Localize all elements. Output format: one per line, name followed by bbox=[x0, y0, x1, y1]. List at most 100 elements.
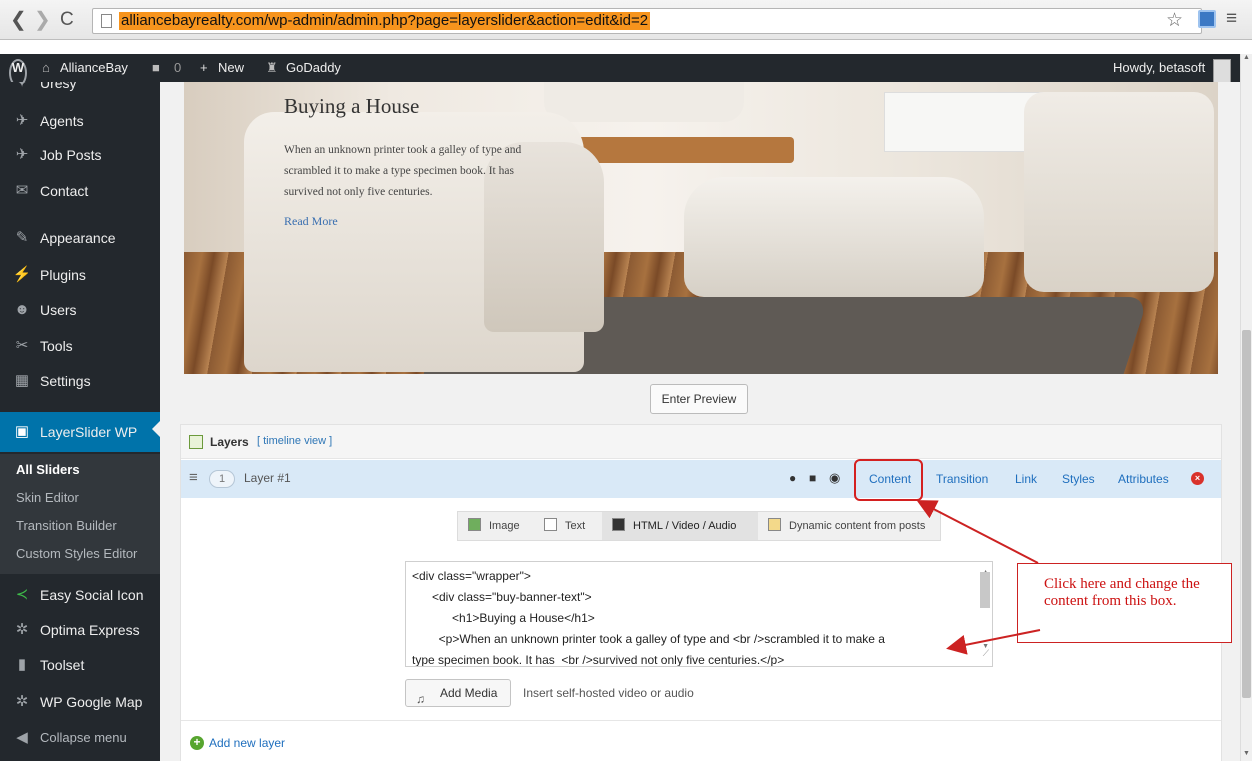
type-tab-html[interactable]: HTML / Video / Audio bbox=[602, 512, 758, 540]
sidebar-item-label: Contact bbox=[40, 183, 89, 199]
lock-icon[interactable]: ■ bbox=[809, 471, 816, 485]
sidebar-item-easy-social-icon[interactable]: ≺ Easy Social Icon bbox=[0, 578, 160, 612]
sidebar-item-label: Appearance bbox=[40, 230, 116, 246]
code-line: type specimen book. It has <br />survive… bbox=[412, 653, 785, 667]
sidebar-item-layerslider[interactable]: ▣ LayerSlider WP bbox=[0, 412, 160, 452]
sidebar-item-label: Users bbox=[40, 302, 77, 318]
main-content: Buying a House When an unknown printer t… bbox=[160, 82, 1240, 761]
scroll-down-arrow-icon[interactable]: ▼ bbox=[1243, 750, 1250, 757]
comment-count[interactable]: 0 bbox=[174, 54, 181, 82]
extension-icon[interactable] bbox=[1198, 10, 1216, 28]
forward-button[interactable]: ❯ bbox=[34, 9, 51, 31]
layers-icon bbox=[189, 435, 203, 449]
bookmark-star-icon[interactable]: ☆ bbox=[1166, 9, 1183, 32]
layers-title: Layers bbox=[210, 435, 249, 449]
sidebar-item-contact[interactable]: ✉ Contact bbox=[0, 174, 160, 208]
remove-layer-icon[interactable]: × bbox=[1191, 472, 1204, 485]
sidebar-item-uresy[interactable]: ✦ Uresy bbox=[0, 82, 160, 100]
annotation-text: Click here and change the content from t… bbox=[1044, 576, 1200, 609]
add-layer-row: + Add new layer bbox=[181, 720, 1221, 761]
enter-preview-button[interactable]: Enter Preview bbox=[650, 384, 748, 414]
eye-icon[interactable]: ◉ bbox=[829, 470, 840, 486]
wp-admin-bar: W ⌂ AllianceBay ■ 0 + New ♜ GoDaddy Howd… bbox=[0, 54, 1240, 87]
bulb-icon[interactable]: ● bbox=[789, 471, 796, 485]
sidebar-item-optima-express[interactable]: ✲ Optima Express bbox=[0, 613, 160, 647]
url-text[interactable]: alliancebayrealty.com/wp-admin/admin.php… bbox=[119, 12, 651, 30]
type-tab-label: Image bbox=[489, 520, 520, 532]
code-line: <h1>Buying a House</h1> bbox=[412, 611, 595, 625]
type-tab-dynamic[interactable]: Dynamic content from posts bbox=[768, 512, 925, 540]
sidebar-item-job-posts[interactable]: ✈ Job Posts bbox=[0, 138, 160, 172]
textarea-scrollbar[interactable] bbox=[980, 572, 990, 608]
html-content-textarea[interactable]: <div class="wrapper"> <div class="buy-ba… bbox=[405, 561, 993, 667]
sidebar-item-wp-google-map[interactable]: ✲ WP Google Map bbox=[0, 685, 160, 719]
tag-icon: ✦ bbox=[15, 82, 29, 91]
type-tab-label: Text bbox=[565, 520, 586, 532]
read-more-link[interactable]: Read More bbox=[284, 214, 338, 229]
sidebar-item-label: Uresy bbox=[40, 82, 77, 91]
sidebar-collapse-menu[interactable]: ◀ Collapse menu bbox=[0, 721, 160, 755]
wrench-icon: ✂ bbox=[15, 337, 29, 354]
image-icon bbox=[468, 518, 481, 531]
sidebar-item-label: Tools bbox=[40, 338, 73, 354]
type-tab-label: HTML / Video / Audio bbox=[633, 520, 737, 532]
type-tab-label: Dynamic content from posts bbox=[789, 520, 926, 532]
code-line: <div class="buy-banner-text"> bbox=[412, 590, 592, 604]
comment-icon[interactable]: ■ bbox=[152, 54, 160, 82]
resize-grip-icon[interactable]: ⟋ bbox=[983, 643, 989, 664]
submenu-transition-builder[interactable]: Transition Builder bbox=[16, 512, 117, 540]
sidebar-item-label: Toolset bbox=[40, 657, 85, 673]
page-scroll-thumb[interactable] bbox=[1242, 330, 1251, 698]
settings-icon: ▦ bbox=[14, 372, 30, 389]
submenu-all-sliders[interactable]: All Sliders bbox=[16, 456, 80, 484]
address-bar[interactable]: alliancebayrealty.com/wp-admin/admin.php… bbox=[92, 8, 1202, 34]
godaddy-icon[interactable]: ♜ bbox=[266, 54, 278, 82]
sidebar-item-settings[interactable]: ▦ Settings bbox=[0, 364, 160, 398]
layer-row[interactable]: ≡ 1 Layer #1 ● ■ ◉ Content Transition Li… bbox=[181, 460, 1221, 498]
layer-name[interactable]: Layer #1 bbox=[244, 471, 291, 485]
add-media-button[interactable]: ♫ Add Media bbox=[405, 679, 511, 707]
godaddy-link[interactable]: GoDaddy bbox=[286, 54, 341, 82]
type-tab-text[interactable]: Text bbox=[544, 512, 585, 540]
reload-button[interactable]: C bbox=[60, 9, 74, 31]
text-icon bbox=[544, 518, 557, 531]
slide-text: When an unknown printer took a galley of… bbox=[284, 140, 564, 203]
timeline-view-link[interactable]: [ timeline view ] bbox=[257, 435, 332, 447]
submenu-custom-styles-editor[interactable]: Custom Styles Editor bbox=[16, 540, 137, 568]
type-tab-image[interactable]: Image bbox=[468, 512, 520, 540]
submenu-skin-editor[interactable]: Skin Editor bbox=[16, 484, 79, 512]
tab-styles[interactable]: Styles bbox=[1062, 472, 1095, 486]
user-greeting[interactable]: Howdy, betasoft bbox=[1113, 54, 1205, 82]
code-line: <div class="wrapper"> bbox=[412, 569, 531, 583]
slide-preview: Buying a House When an unknown printer t… bbox=[184, 82, 1218, 374]
sidebar-item-appearance[interactable]: ✎ Appearance bbox=[0, 221, 160, 255]
sidebar-item-label: Collapse menu bbox=[40, 730, 127, 745]
film-icon bbox=[612, 518, 625, 531]
layers-header: Layers [ timeline view ] bbox=[181, 425, 1221, 459]
new-content-link[interactable]: New bbox=[218, 54, 244, 82]
browser-toolbar: ❮ ❯ C alliancebayrealty.com/wp-admin/adm… bbox=[0, 0, 1252, 40]
browser-menu-icon[interactable]: ≡ bbox=[1226, 8, 1237, 30]
pin-icon: ✈ bbox=[15, 112, 29, 129]
site-name-link[interactable]: AllianceBay bbox=[60, 54, 128, 82]
page-scrollbar[interactable]: ▲ ▼ bbox=[1240, 54, 1252, 761]
plus-icon[interactable]: + bbox=[200, 54, 208, 82]
layerslider-icon: ▣ bbox=[14, 423, 30, 440]
tab-transition[interactable]: Transition bbox=[936, 472, 988, 486]
add-new-layer-link[interactable]: Add new layer bbox=[209, 736, 285, 750]
share-icon: ≺ bbox=[15, 586, 29, 603]
tab-attributes[interactable]: Attributes bbox=[1118, 472, 1169, 486]
sidebar-item-toolset[interactable]: ▮ Toolset bbox=[0, 648, 160, 682]
back-button[interactable]: ❮ bbox=[10, 9, 27, 31]
add-media-label: Add Media bbox=[440, 686, 498, 700]
sidebar-item-plugins[interactable]: ⚡ Plugins bbox=[0, 258, 160, 292]
tab-link[interactable]: Link bbox=[1015, 472, 1037, 486]
plus-circle-icon[interactable]: + bbox=[190, 736, 204, 750]
sidebar-item-agents[interactable]: ✈ Agents bbox=[0, 104, 160, 138]
sidebar-item-tools[interactable]: ✂ Tools bbox=[0, 329, 160, 363]
media-icon: ♫ bbox=[416, 692, 425, 706]
scroll-up-arrow-icon[interactable]: ▲ bbox=[1243, 54, 1250, 61]
drag-handle-icon[interactable]: ≡ bbox=[189, 469, 198, 486]
sidebar-item-users[interactable]: ☻ Users bbox=[0, 293, 160, 327]
home-icon[interactable]: ⌂ bbox=[42, 54, 50, 82]
